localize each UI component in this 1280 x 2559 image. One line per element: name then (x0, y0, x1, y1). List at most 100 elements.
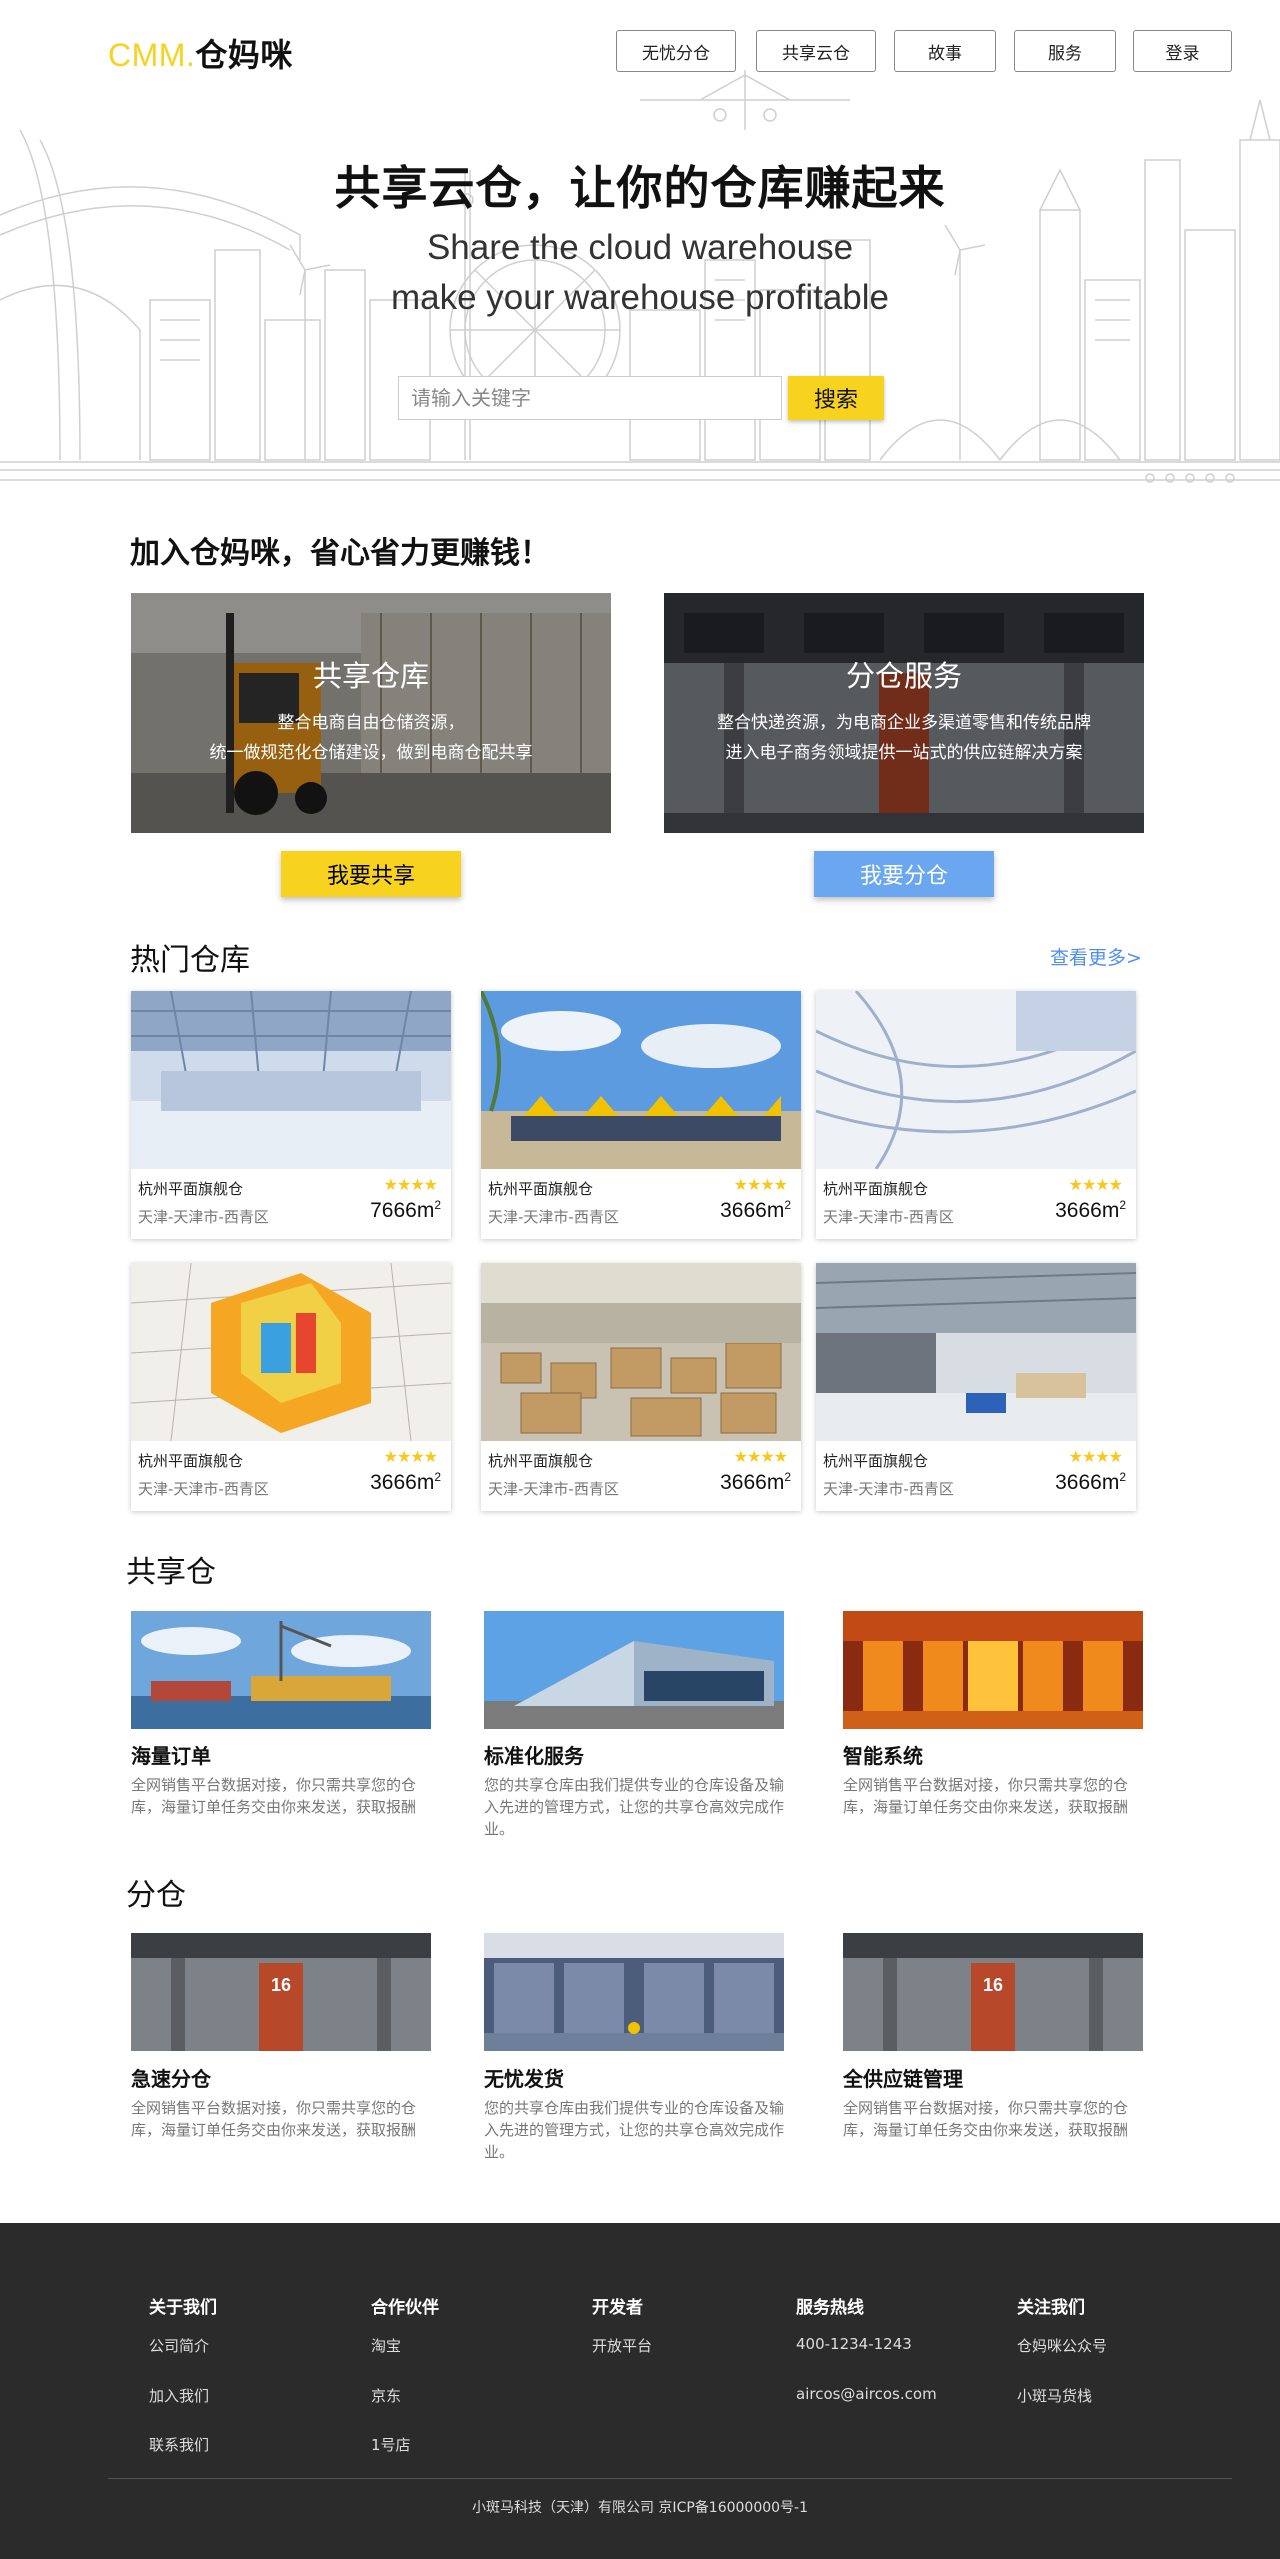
search-button[interactable]: 搜索 (788, 376, 884, 420)
warehouse-location: 天津-天津市-西青区 (823, 1480, 954, 1498)
area-unit: m (766, 1199, 785, 1222)
share-button[interactable]: 我要共享 (281, 851, 461, 897)
shared-feature-title: 海量订单 (131, 1744, 211, 1768)
footer-link[interactable]: 小斑马货栈 (1017, 2385, 1092, 2406)
branch-feature-image (484, 1933, 784, 2051)
promo-desc-line1: 整合快递资源，为电商企业多渠道零售和传统品牌 (717, 713, 1091, 733)
warehouse-area: 3666m2 (720, 1198, 791, 1223)
nav-wuyou-fencang[interactable]: 无忧分仓 (616, 30, 736, 72)
area-unit: m (416, 1471, 435, 1494)
footer-link[interactable]: 淘宝 (371, 2335, 401, 2356)
footer-link[interactable]: 加入我们 (149, 2385, 209, 2406)
shared-feature-image (484, 1611, 784, 1729)
footer-copyright: 小斑马科技（天津）有限公司 京ICP备16000000号-1 (471, 2500, 808, 2516)
warehouse-card[interactable]: 杭州平面旗舰仓 天津-天津市-西青区 ★★★★ 3666m2 (131, 1263, 451, 1511)
warehouse-photo (481, 1263, 801, 1441)
branch-feature-title: 全供应链管理 (843, 2067, 963, 2091)
nav-login[interactable]: 登录 (1133, 30, 1232, 72)
area-value: 3666 (370, 1471, 417, 1494)
shared-feature-title: 智能系统 (843, 1744, 923, 1768)
nav-service[interactable]: 服务 (1014, 30, 1116, 72)
rating-stars-icon: ★★★★ (1068, 1447, 1123, 1466)
warehouse-card[interactable]: 杭州平面旗舰仓 天津-天津市-西青区 ★★★★ 3666m2 (481, 991, 801, 1239)
footer-link[interactable]: 联系我们 (149, 2434, 209, 2455)
area-unit: m (416, 1199, 435, 1222)
rating-stars-icon: ★★★★ (733, 1447, 788, 1466)
warehouse-location: 天津-天津市-西青区 (138, 1480, 269, 1498)
footer-link[interactable]: aircos@aircos.com (796, 2385, 937, 2403)
hero-subtitle-line2: make your warehouse profitable (390, 278, 890, 317)
door-number: 16 (271, 1975, 291, 1995)
warehouse-photo (131, 991, 451, 1169)
footer-column-heading: 服务热线 (796, 2298, 864, 2318)
warehouse-name: 杭州平面旗舰仓 (823, 1180, 929, 1198)
footer-link[interactable]: 仓妈咪公众号 (1017, 2335, 1107, 2356)
search-input[interactable] (398, 376, 782, 420)
brand-logo-en: CMM. (108, 37, 196, 73)
door-number: 16 (983, 1975, 1003, 1995)
branch-button[interactable]: 我要分仓 (814, 851, 994, 897)
hero-subtitle-line1: Share the cloud warehouse (426, 228, 854, 267)
nav-gongxiang-yuncang[interactable]: 共享云仓 (756, 30, 876, 72)
branch-feature-image: 16 (843, 1933, 1143, 2051)
promo-card-shared[interactable]: 共享仓库 整合电商自由仓储资源， 统一做规范化仓储建设，做到电商仓配共享 (131, 593, 611, 833)
warehouse-area: 7666m2 (370, 1198, 441, 1223)
see-more-link[interactable]: 查看更多> (1050, 943, 1142, 970)
footer-column-heading: 合作伙伴 (371, 2298, 439, 2318)
area-value: 7666 (370, 1199, 417, 1222)
area-unit: m (1101, 1199, 1120, 1222)
warehouse-card[interactable]: 杭州平面旗舰仓 天津-天津市-西青区 ★★★★ 3666m2 (816, 991, 1136, 1239)
branch-feature-description: 您的共享仓库由我们提供专业的仓库设备及输入先进的管理方式，让您的共享仓高效完成作… (484, 2099, 785, 2161)
promo-card-branch[interactable]: 分仓服务 整合快递资源，为电商企业多渠道零售和传统品牌 进入电子商务领域提供一站… (664, 593, 1144, 833)
warehouse-name: 杭州平面旗舰仓 (823, 1452, 929, 1470)
warehouse-area: 3666m2 (370, 1470, 441, 1495)
area-unit-sup: 2 (434, 1470, 441, 1484)
branch-feature-title: 急速分仓 (131, 2067, 211, 2091)
branch-feature-description: 全网销售平台数据对接，你只需共享您的仓库，海量订单任务交由你来发送，获取报酬 (843, 2099, 1129, 2139)
warehouse-area: 3666m2 (720, 1470, 791, 1495)
footer-link[interactable]: 1号店 (371, 2434, 411, 2455)
promo-desc-line1: 整合电商自由仓储资源， (277, 713, 465, 733)
hero-title: 共享云仓，让你的仓库赚起来 (334, 161, 946, 215)
promo-title-shared: 共享仓库 (312, 659, 429, 693)
warehouse-location: 天津-天津市-西青区 (823, 1208, 954, 1226)
warehouse-location: 天津-天津市-西青区 (488, 1480, 619, 1498)
footer-link[interactable]: 京东 (371, 2385, 401, 2406)
branch-feature-title: 无忧发货 (484, 2067, 564, 2091)
area-value: 3666 (720, 1199, 767, 1222)
footer-link[interactable]: 400-1234-1243 (796, 2335, 912, 2353)
footer-link[interactable]: 公司简介 (149, 2335, 209, 2356)
promo-desc-line2: 进入电子商务领域提供一站式的供应链解决方案 (725, 743, 1083, 763)
area-unit-sup: 2 (1119, 1470, 1126, 1484)
area-unit-sup: 2 (434, 1198, 441, 1212)
warehouse-location: 天津-天津市-西青区 (488, 1208, 619, 1226)
branch-feature-description: 全网销售平台数据对接，你只需共享您的仓库，海量订单任务交由你来发送，获取报酬 (131, 2099, 417, 2139)
footer-column-heading: 关于我们 (149, 2298, 217, 2318)
area-unit-sup: 2 (784, 1198, 791, 1212)
warehouse-name: 杭州平面旗舰仓 (488, 1180, 594, 1198)
shared-feature-image (131, 1611, 431, 1729)
join-section-title: 加入仓妈咪，省心省力更赚钱！ (130, 536, 550, 571)
shared-feature-image (843, 1611, 1143, 1729)
hot-section-title: 热门仓库 (130, 943, 250, 978)
warehouse-photo (816, 991, 1136, 1169)
area-unit-sup: 2 (1119, 1198, 1126, 1212)
branch-feature-image: 16 (131, 1933, 431, 2051)
shared-feature-title: 标准化服务 (484, 1744, 584, 1768)
brand-logo[interactable]: CMM.仓妈咪 (108, 30, 293, 76)
shared-feature-description: 您的共享仓库由我们提供专业的仓库设备及输入先进的管理方式，让您的共享仓高效完成作… (484, 1776, 785, 1838)
rating-stars-icon: ★★★★ (1068, 1175, 1123, 1194)
rating-stars-icon: ★★★★ (383, 1175, 438, 1194)
warehouse-area: 3666m2 (1055, 1470, 1126, 1495)
warehouse-card[interactable]: 杭州平面旗舰仓天津-天津市-西青区 ★★★★ 3666m2 (816, 1263, 1136, 1511)
footer-link[interactable]: 开放平台 (592, 2335, 652, 2356)
rating-stars-icon: ★★★★ (383, 1447, 438, 1466)
nav-story[interactable]: 故事 (894, 30, 996, 72)
promo-desc-shared: 整合电商自由仓储资源， 统一做规范化仓储建设，做到电商仓配共享 (131, 708, 611, 768)
area-unit: m (766, 1471, 785, 1494)
warehouse-card[interactable]: 杭州平面旗舰仓 天津-天津市-西青区 ★★★★ 3666m2 (481, 1263, 801, 1511)
footer-column-heading: 关注我们 (1017, 2298, 1085, 2318)
warehouse-card[interactable]: 杭州平面旗舰仓 天津-天津市-西青区 ★★★★ 7666m2 (131, 991, 451, 1239)
shared-section-title: 共享仓 (126, 1555, 216, 1590)
promo-title-branch: 分仓服务 (845, 659, 962, 693)
